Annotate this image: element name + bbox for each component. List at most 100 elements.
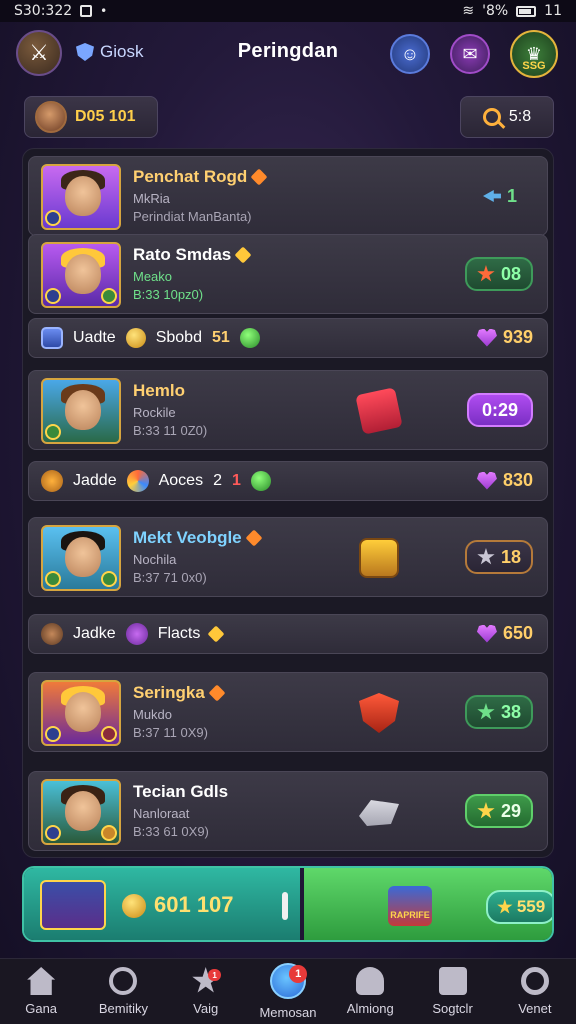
nav-label: Sogtclr: [432, 1001, 473, 1016]
list-item[interactable]: Seringka Mukdo B:37 11 0X9) 38: [28, 672, 548, 752]
row-label-2: Aoces: [158, 472, 204, 489]
nav-item-memosan[interactable]: 1 Memosan: [247, 959, 329, 1024]
portrait-face: [65, 176, 101, 216]
mail-button[interactable]: ✉: [450, 34, 490, 74]
heart-score-text: 939: [502, 327, 533, 347]
clock-badge-icon: [101, 571, 117, 587]
row-subtitle: Mukdo: [133, 707, 173, 722]
nav-label: Almiong: [346, 1001, 394, 1016]
reward-chest-icon: [388, 886, 432, 926]
profile-button[interactable]: ♛ SSG: [510, 30, 558, 78]
orb-icon: [125, 623, 148, 645]
reward-label: RAPRIFE: [390, 910, 430, 920]
row-title: Hemlo: [133, 381, 185, 401]
search-icon: [520, 967, 549, 995]
shield-icon: [41, 327, 63, 349]
rank-badge-icon: [45, 288, 61, 304]
player-portrait: [41, 525, 121, 591]
status-bar: S30:322 • ≋ '8% 11: [0, 0, 576, 22]
nav-item-vaig[interactable]: 1 Vaig: [165, 959, 247, 1024]
score-value: 1: [467, 179, 533, 213]
heart-score-text: 830: [502, 470, 533, 490]
nav-item-gana[interactable]: Gana: [0, 959, 82, 1024]
timer-pill[interactable]: 0:29: [467, 393, 533, 427]
friends-button[interactable]: ☺: [390, 34, 430, 74]
gem-icon: [234, 246, 252, 264]
gear-icon: [109, 967, 138, 995]
avatar-icon: [41, 623, 63, 645]
rank-badge-icon: [45, 571, 61, 587]
star-icon: [477, 548, 495, 565]
list-item[interactable]: Hemlo Rockile B:33 11 0Z0) 0:29: [28, 370, 548, 450]
list-item[interactable]: Jadke Flacts 650: [28, 614, 548, 654]
gift-icon: [355, 387, 403, 435]
list-item[interactable]: Tecian Gdls Nanloraat B:33 61 0X9) 29: [28, 771, 548, 851]
row-title: Mekt Veobgle: [133, 528, 263, 548]
row-label: Uadte: [73, 329, 116, 346]
rank-badge-icon: [45, 210, 61, 226]
user-chip-label: D05 101: [75, 108, 136, 125]
divider: [282, 892, 288, 920]
medal-icon: [41, 470, 63, 492]
row-title-text: Rato Smdas: [133, 245, 232, 264]
search-button[interactable]: 5:8: [460, 96, 554, 138]
person-icon: ☺: [400, 43, 420, 64]
gem-icon: [207, 625, 225, 643]
score-pill: 08: [464, 257, 533, 291]
nav-item-sogtclr[interactable]: Sogtclr: [411, 959, 493, 1024]
score-text: 29: [500, 800, 521, 821]
chest-icon: [359, 538, 399, 578]
search-chip-label: 5:8: [508, 108, 532, 125]
envelope-icon: ✉: [462, 43, 478, 64]
portrait-face: [65, 692, 101, 732]
nav-label: Bemitiky: [98, 1001, 148, 1016]
row-label-4: 1: [231, 472, 241, 489]
nav-item-bemitiky[interactable]: Bemitiky: [82, 959, 164, 1024]
row-title: Tecian Gdls: [133, 782, 228, 802]
nav-label: Vaig: [193, 1001, 219, 1016]
list-item[interactable]: Rato Smdas Meako B:33 10pz0) 08: [28, 234, 548, 314]
heart-score: 830: [476, 470, 533, 491]
row-summary: Uadte Sbobd 51: [41, 327, 260, 349]
profile-badge-label: SSG: [522, 60, 546, 72]
nav-item-venet[interactable]: Venet: [494, 959, 576, 1024]
notification-badge: 1: [289, 965, 308, 983]
portrait-face: [65, 254, 101, 294]
row-detail: B:33 61 0X9): [133, 824, 209, 839]
row-title: Seringka: [133, 683, 226, 703]
user-icon: [356, 967, 385, 995]
timer-text: 0:29: [481, 399, 519, 420]
star-icon: [477, 703, 495, 720]
coin-icon: [125, 328, 146, 348]
nav-label: Gana: [25, 1001, 58, 1016]
list-item[interactable]: Jadde Aoces 2 1 830: [28, 461, 548, 501]
list-item[interactable]: Penchat Rogd MkRia Perindiat ManBanta) 1: [28, 156, 548, 236]
clock-badge-icon: [101, 726, 117, 742]
list-item[interactable]: Uadte Sbobd 51 939: [28, 318, 548, 358]
score-pill: 29: [464, 794, 533, 828]
heart-icon: [476, 624, 497, 643]
notification-badge: 1: [208, 969, 221, 981]
row-detail: B:33 11 0Z0): [133, 423, 208, 438]
player-portrait: [41, 164, 121, 230]
reward-pill[interactable]: 559: [486, 890, 552, 924]
row-label: Jadke: [73, 625, 116, 642]
list-item[interactable]: Mekt Veobgle Nochila B:37 71 0x0) 18: [28, 517, 548, 597]
nav-item-almiong[interactable]: Almiong: [329, 959, 411, 1024]
row-detail: Perindiat ManBanta): [133, 209, 252, 224]
status-number: 11: [544, 3, 562, 19]
heart-icon: [476, 328, 497, 347]
action-bar: 601 107 RAPRIFE 559: [22, 866, 554, 942]
collect-button[interactable]: 601 107: [24, 868, 300, 940]
row-subtitle: Nochila: [133, 552, 177, 567]
user-chip[interactable]: D05 101: [24, 96, 158, 138]
score-pill: 38: [464, 695, 533, 729]
dot-icon: •: [100, 4, 108, 18]
player-portrait: [41, 680, 121, 746]
player-portrait: [41, 779, 121, 845]
shield-icon: [359, 693, 399, 733]
row-subtitle: Rockile: [133, 405, 176, 420]
clock-badge-icon: [101, 288, 117, 304]
battery-icon: [516, 5, 537, 17]
coin-amount: 601 107: [154, 892, 234, 917]
